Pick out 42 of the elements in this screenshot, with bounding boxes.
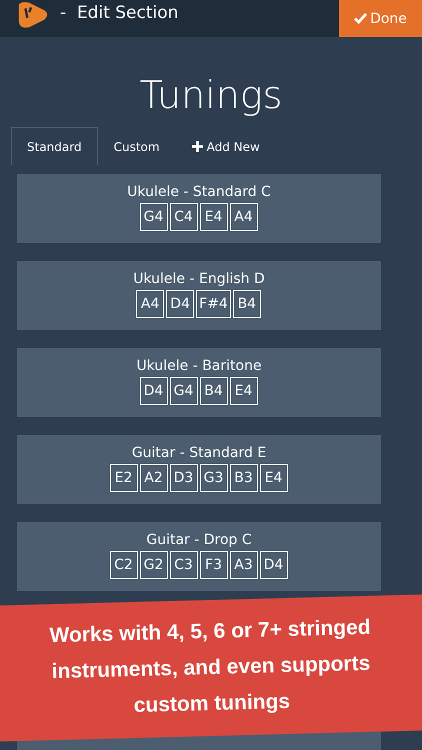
tab[interactable]: Add New (176, 127, 276, 165)
note-box: E4 (260, 464, 288, 492)
note-box: D4 (140, 377, 168, 405)
plus-icon (192, 141, 203, 152)
page-title: - Edit Section (60, 3, 178, 23)
note-box: F#4 (196, 290, 231, 318)
note-box: B4 (232, 290, 261, 318)
note-box: D3 (170, 464, 198, 492)
tab[interactable]: Standard (11, 127, 98, 165)
note-box: G4 (140, 203, 168, 231)
note-box: C2 (110, 551, 138, 579)
note-box: D4 (260, 551, 288, 579)
tuning-card[interactable]: Guitar - Drop C C2 G2 C3 F3 A3 D4 (17, 522, 381, 591)
note-box: A4 (136, 290, 164, 318)
note-box: C4 (170, 203, 198, 231)
section-heading: Tunings (138, 73, 284, 119)
note-box: E4 (200, 203, 228, 231)
tuning-card[interactable]: Ukulele - English D A4 D4 F#4 B4 (17, 261, 381, 330)
promo-text: Works with 4, 5, 6 or 7+ stringed instruments, and even supports custom tunings (48, 614, 372, 720)
note-box: A4 (230, 203, 258, 231)
note-box: B4 (200, 377, 228, 405)
tuning-name: Ukulele - Baritone (136, 358, 262, 375)
note-box: A3 (230, 551, 258, 579)
note-box: E4 (230, 377, 258, 405)
tuning-name: Ukulele - Standard C (127, 184, 271, 201)
note-box: A2 (140, 464, 168, 492)
check-icon (354, 13, 368, 24)
tab[interactable]: Custom (98, 127, 176, 165)
tuning-name: Guitar - Standard E (132, 445, 266, 462)
note-box: G3 (200, 464, 228, 492)
tuning-card[interactable]: Guitar - Standard E E2 A2 D3 G3 B3 E4 (17, 435, 381, 504)
note-box: E2 (110, 464, 138, 492)
note-box: G4 (170, 377, 198, 405)
tuning-card[interactable]: Ukulele - Baritone D4 G4 B4 E4 (17, 348, 381, 417)
note-box: G2 (140, 551, 168, 579)
tuning-card[interactable]: Ukulele - Standard C G4 C4 E4 A4 (17, 174, 381, 243)
note-box: F3 (200, 551, 228, 579)
note-box: C3 (170, 551, 198, 579)
tuning-name: Ukulele - English D (133, 271, 265, 288)
note-box: B3 (230, 464, 258, 492)
note-box: D4 (166, 290, 194, 318)
tuning-name: Guitar - Drop C (146, 532, 252, 549)
